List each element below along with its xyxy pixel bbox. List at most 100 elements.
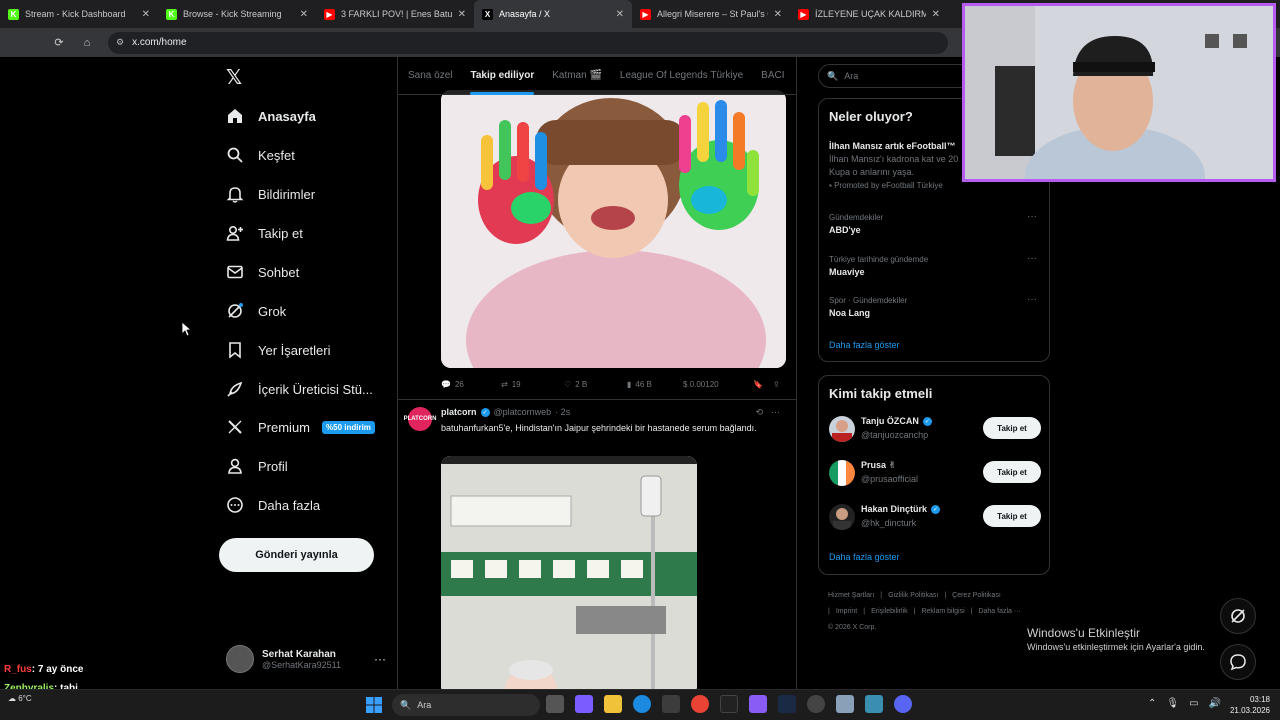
- browser-tab[interactable]: ▶ Allegri Miserere – St Paul's Cath... ✕: [632, 0, 790, 28]
- app-icon[interactable]: [720, 695, 738, 713]
- like-button[interactable]: ♡ 2 B: [564, 380, 627, 389]
- microphone-icon[interactable]: 🎙: [1166, 698, 1179, 709]
- windows-start-icon[interactable]: [366, 697, 382, 713]
- footer-link[interactable]: Erişilebilirlik: [871, 608, 908, 615]
- taskbar-search[interactable]: 🔍 Ara: [392, 694, 540, 716]
- app-icon[interactable]: [749, 695, 767, 713]
- post-more-icon[interactable]: ···: [771, 407, 780, 418]
- trend-item[interactable]: Spor · Gündemdekiler Noa Lang ···: [829, 294, 1041, 318]
- nav-item-person[interactable]: Profil: [226, 451, 288, 481]
- store-icon[interactable]: [662, 695, 680, 713]
- nav-item-search[interactable]: Keşfet: [226, 140, 295, 170]
- footer-link[interactable]: Imprint: [836, 608, 857, 615]
- app-icon[interactable]: [575, 695, 593, 713]
- chrome-icon[interactable]: [691, 695, 709, 713]
- trends-show-more-link[interactable]: Daha fazla göster: [829, 340, 900, 350]
- nav-item-x[interactable]: Premium %50 indirim: [226, 412, 375, 442]
- post-image-child-painted-hands[interactable]: [441, 90, 786, 368]
- browser-tab[interactable]: ▶ İZLEYENE UÇAK KALDIRMAYI Ö... ✕: [790, 0, 948, 28]
- tip-button[interactable]: $ 0.00120: [683, 380, 753, 389]
- browser-tab[interactable]: K Stream - Kick Dashboard ✕: [0, 0, 158, 28]
- reply-button[interactable]: 💬 26: [441, 380, 501, 389]
- avatar[interactable]: [829, 504, 855, 530]
- nav-item-more-circle[interactable]: Daha fazla: [226, 490, 320, 520]
- taskbar-clock[interactable]: 03:18 21.03.2026: [1226, 694, 1270, 716]
- chevron-up-icon[interactable]: ⌃: [1148, 698, 1156, 709]
- footer-link[interactable]: Hizmet Şartları: [828, 592, 874, 599]
- trend-item[interactable]: Türkiye tarihinde gündemde Muaviye ···: [829, 253, 1041, 277]
- home-button-icon[interactable]: ⌂: [80, 37, 94, 49]
- follow-button[interactable]: Takip et: [983, 461, 1041, 483]
- footer-link[interactable]: Çerez Politikası: [952, 592, 1001, 599]
- discord-icon[interactable]: [894, 695, 912, 713]
- footer-link[interactable]: Reklam bilgisi: [921, 608, 964, 615]
- avatar[interactable]: [829, 460, 855, 486]
- share-icon[interactable]: ⇪: [773, 380, 780, 389]
- messages-floating-button[interactable]: [1220, 644, 1256, 680]
- steam-icon[interactable]: [778, 695, 796, 713]
- feed-tab[interactable]: BACI: [761, 57, 784, 95]
- file-explorer-icon[interactable]: [604, 695, 622, 713]
- feed-tab[interactable]: Sana özel: [408, 57, 452, 95]
- browser-tab[interactable]: K Browse - Kick Streaming ✕: [158, 0, 316, 28]
- nav-item-home[interactable]: Anasayfa: [226, 101, 316, 131]
- browser-tab[interactable]: X Anasayfa / X ✕: [474, 0, 632, 28]
- nav-item-person-add[interactable]: Takip et: [226, 218, 303, 248]
- x-logo-icon[interactable]: 𝕏: [226, 65, 242, 90]
- grok-explain-icon[interactable]: ⟲: [755, 407, 763, 418]
- follow-button[interactable]: Takip et: [983, 417, 1041, 439]
- trend-more-icon[interactable]: ···: [1027, 294, 1037, 305]
- who-show-more-link[interactable]: Daha fazla göster: [829, 552, 900, 562]
- taskbar-weather[interactable]: ☁ 6°C: [8, 694, 32, 703]
- feed-tab[interactable]: Katman 🎬: [552, 57, 602, 95]
- nav-item-mail[interactable]: Sohbet: [226, 257, 299, 287]
- footer-link[interactable]: © 2026 X Corp.: [828, 624, 876, 631]
- more-dots-icon[interactable]: ···: [374, 652, 386, 666]
- nav-item-bell[interactable]: Bildirimler: [226, 179, 315, 209]
- tab-close-icon[interactable]: ✕: [458, 9, 466, 20]
- repost-button[interactable]: ⇄ 19: [501, 380, 564, 389]
- nav-item-rocket[interactable]: İçerik Üreticisi Stü...: [226, 374, 373, 404]
- tab-close-icon[interactable]: ✕: [774, 9, 782, 20]
- follow-suggestion[interactable]: Tanju ÖZCAN ✓ @tanjuozcanchp Takip et: [829, 415, 1041, 445]
- tab-close-icon[interactable]: ✕: [142, 9, 150, 20]
- browser-tab[interactable]: ▶ 3 FARKLI POV! | Enes Batur: Ha... ✕: [316, 0, 474, 28]
- post-author-name[interactable]: platcorn: [441, 407, 477, 417]
- follow-button[interactable]: Takip et: [983, 505, 1041, 527]
- site-settings-icon[interactable]: ⚙: [116, 37, 124, 48]
- avatar[interactable]: [829, 416, 855, 442]
- reload-icon[interactable]: ⟳: [52, 36, 66, 49]
- feed-tab[interactable]: Takip ediliyor: [470, 57, 534, 95]
- tab-close-icon[interactable]: ✕: [616, 9, 624, 20]
- post-avatar[interactable]: PLATCORN: [404, 407, 436, 431]
- follow-suggestion[interactable]: Prusa ✌ @prusaofficial Takip et: [829, 459, 1041, 489]
- grok-floating-button[interactable]: [1220, 598, 1256, 634]
- repost-icon: ⇄: [501, 379, 508, 389]
- trend-more-icon[interactable]: ···: [1027, 211, 1037, 222]
- app-icon[interactable]: [865, 695, 883, 713]
- footer-link[interactable]: Gizlilik Politikası: [888, 592, 938, 599]
- views-button[interactable]: ▮ 46 B: [627, 380, 683, 389]
- follow-suggestion[interactable]: Hakan Dinçtürk ✓ @hk_dincturk Takip et: [829, 503, 1041, 533]
- trend-item[interactable]: Gündemdekiler ABD'ye ···: [829, 211, 1041, 235]
- settings-icon[interactable]: [836, 695, 854, 713]
- tab-close-icon[interactable]: ✕: [932, 9, 940, 20]
- nav-item-grok[interactable]: Grok: [226, 296, 286, 326]
- nav-item-bookmark[interactable]: Yer İşaretleri: [226, 335, 331, 365]
- volume-icon[interactable]: 🔊: [1209, 698, 1221, 709]
- feed-tab[interactable]: League Of Legends Türkiye: [620, 57, 743, 95]
- post-image-hospital[interactable]: [441, 456, 697, 689]
- tab-close-icon[interactable]: ✕: [300, 9, 308, 20]
- search-icon: [226, 146, 244, 164]
- obs-icon[interactable]: [807, 695, 825, 713]
- trend-more-icon[interactable]: ···: [1027, 253, 1037, 264]
- footer-link[interactable]: Daha fazla ···: [978, 608, 1020, 615]
- account-switcher[interactable]: Serhat Karahan @SerhatKara92511 ···: [226, 642, 386, 676]
- footer-separator: |: [880, 592, 883, 599]
- task-view-icon[interactable]: [546, 695, 564, 713]
- edge-icon[interactable]: [633, 695, 651, 713]
- bookmark-post-icon[interactable]: 🔖: [753, 380, 773, 389]
- post-button[interactable]: Gönderi yayınla: [219, 538, 374, 572]
- address-bar[interactable]: ⚙ x.com/home: [108, 31, 948, 54]
- network-icon[interactable]: ▭: [1189, 698, 1198, 709]
